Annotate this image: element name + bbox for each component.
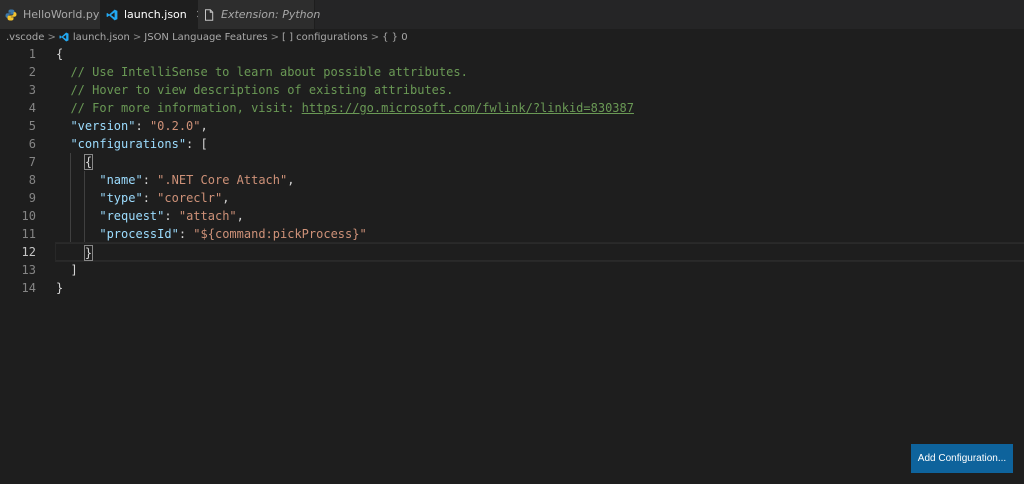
line-number: 9 <box>28 191 36 205</box>
code-line[interactable]: "request": "attach", <box>56 207 1024 225</box>
line-number: 12 <box>21 245 36 259</box>
code-token: : <box>142 173 158 187</box>
python-icon <box>5 9 17 21</box>
code-line[interactable]: "processId": "${command:pickProcess}" <box>56 225 1024 243</box>
code-token: "attach" <box>178 209 237 223</box>
code-area[interactable]: { // Use IntelliSense to learn about pos… <box>55 45 1024 297</box>
code-line[interactable]: "configurations": [ <box>56 135 1024 153</box>
line-number: 5 <box>28 119 36 133</box>
vscode-json-icon <box>106 9 118 21</box>
tab-extension-python[interactable]: Extension: Python <box>198 0 320 29</box>
code-token: "${command:pickProcess}" <box>193 227 367 241</box>
code-token: , <box>236 209 244 223</box>
code-line[interactable]: { <box>56 153 1024 171</box>
code-line[interactable]: "type": "coreclr", <box>56 189 1024 207</box>
code-token: : <box>164 209 179 223</box>
code-token: "processId" <box>99 227 179 241</box>
code-token: "version" <box>70 119 136 133</box>
code-line[interactable]: } <box>56 279 1024 297</box>
add-configuration-button[interactable]: Add Configuration... <box>911 444 1013 473</box>
breadcrumb-item-configurations[interactable]: [ ] configurations <box>282 32 368 43</box>
code-token: : <box>178 227 194 241</box>
breadcrumb: .vscode > launch.json > JSON Language Fe… <box>0 29 1024 45</box>
tab-launch-json[interactable]: launch.json ✕ <box>101 0 205 29</box>
code-token: "coreclr" <box>157 191 223 205</box>
line-number: 14 <box>21 281 36 295</box>
tab-bar: HelloWorld.py launch.json ✕ Extension: P… <box>0 0 1024 29</box>
tab-label: launch.json <box>124 8 187 21</box>
code-token: "configurations" <box>70 137 187 151</box>
code-line[interactable]: // Hover to view descriptions of existin… <box>56 81 1024 99</box>
line-number: 10 <box>21 209 36 223</box>
matched-bracket: { <box>83 154 94 170</box>
code-token: : <box>142 191 158 205</box>
code-token: ".NET Core Attach" <box>157 173 288 187</box>
chevron-right-icon: > <box>370 31 380 43</box>
code-token: { <box>56 47 64 61</box>
code-token: , <box>222 191 230 205</box>
code-token: , <box>200 119 208 133</box>
chevron-right-icon: > <box>132 31 142 43</box>
code-line[interactable]: // For more information, visit: https://… <box>56 99 1024 117</box>
code-token: ] <box>56 263 78 277</box>
code-token: "name" <box>99 173 143 187</box>
tab-label: HelloWorld.py <box>23 8 100 21</box>
tab-helloworld-py[interactable]: HelloWorld.py <box>0 0 101 29</box>
code-token: , <box>287 173 295 187</box>
code-token: : [ <box>186 137 208 151</box>
line-number: 3 <box>28 83 36 97</box>
code-line[interactable]: ] <box>56 261 1024 279</box>
line-number: 6 <box>28 137 36 151</box>
code-line[interactable]: { <box>56 45 1024 63</box>
code-token: "type" <box>99 191 143 205</box>
line-number: 7 <box>28 155 36 169</box>
line-number: 13 <box>21 263 36 277</box>
file-icon <box>203 8 215 21</box>
breadcrumb-item-launch-json[interactable]: launch.json <box>73 32 130 43</box>
code-link[interactable]: https://go.microsoft.com/fwlink/?linkid=… <box>302 101 634 115</box>
code-token: // Use IntelliSense to learn about possi… <box>56 65 468 79</box>
line-number: 2 <box>28 65 36 79</box>
line-number-gutter: 1 2 3 4 5 6 7 8 9 10 11 12 13 14 <box>0 45 40 297</box>
matched-bracket: } <box>83 245 94 261</box>
code-line[interactable]: "name": ".NET Core Attach", <box>56 171 1024 189</box>
code-editor[interactable]: 1 2 3 4 5 6 7 8 9 10 11 12 13 14 { // Use IntelliSens… <box>0 45 1024 484</box>
tab-label: Extension: Python <box>221 8 321 21</box>
code-token: "0.2.0" <box>149 119 201 133</box>
line-number: 1 <box>28 47 36 61</box>
breadcrumb-item-vscode[interactable]: .vscode <box>6 32 44 43</box>
breadcrumb-item-json-language-features[interactable]: JSON Language Features <box>144 32 267 43</box>
code-token: // Hover to view descriptions of existin… <box>56 83 454 97</box>
chevron-right-icon: > <box>47 31 56 43</box>
code-token: } <box>56 281 64 295</box>
line-number: 11 <box>21 227 36 241</box>
code-token: : <box>135 119 150 133</box>
line-number: 8 <box>28 173 36 187</box>
line-number: 4 <box>28 101 36 115</box>
code-line[interactable]: // Use IntelliSense to learn about possi… <box>56 63 1024 81</box>
breadcrumb-item-object-0[interactable]: { } 0 <box>382 32 407 43</box>
code-token: // For more information, visit: <box>56 101 302 115</box>
chevron-right-icon: > <box>270 31 280 43</box>
code-line[interactable]: } <box>55 242 1024 262</box>
vscode-json-icon <box>59 32 69 42</box>
code-token: "request" <box>99 209 165 223</box>
code-line[interactable]: "version": "0.2.0", <box>56 117 1024 135</box>
